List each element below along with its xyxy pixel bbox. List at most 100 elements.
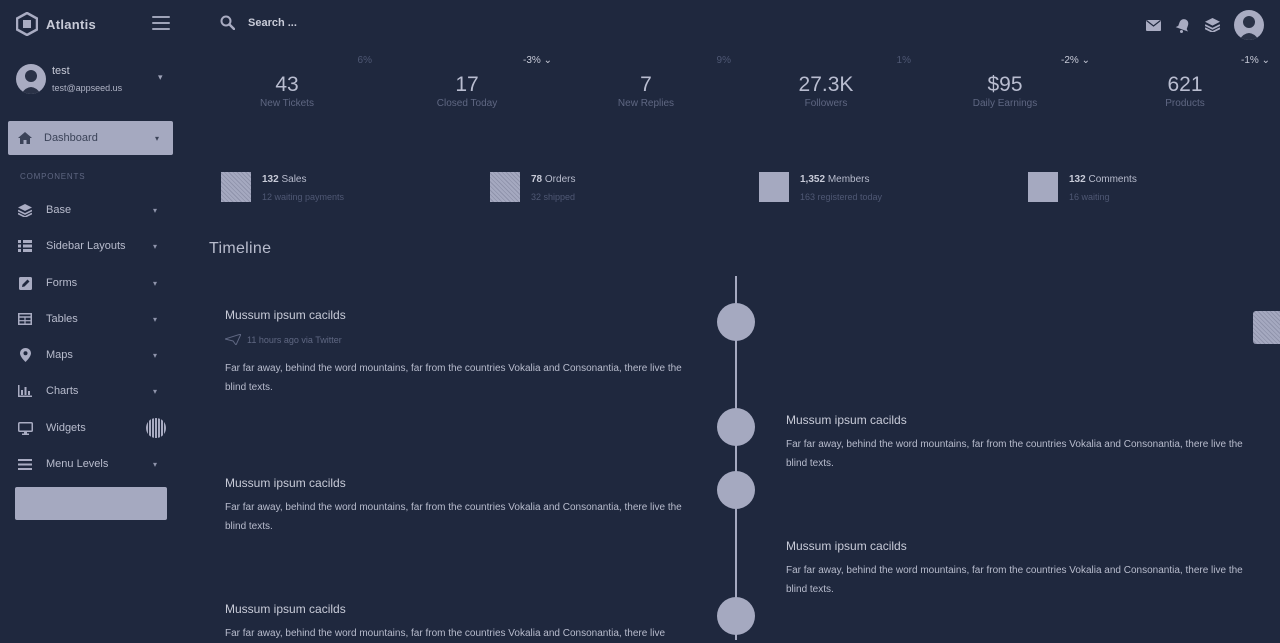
users-icon <box>759 172 789 202</box>
search-icon[interactable] <box>220 15 235 30</box>
chevron-down-icon: ▾ <box>152 314 157 324</box>
timeline-entry: Mussum ipsum cacilds 11 hours ago via Tw… <box>225 308 685 397</box>
card-label: Orders <box>544 174 576 185</box>
sidebar-item-dashboard[interactable]: Dashboard ▾ <box>8 121 173 155</box>
timeline-heading: Mussum ipsum cacilds <box>225 308 346 322</box>
sidebar-item-base[interactable]: Base ▾ <box>16 198 171 222</box>
sidebar-item-maps[interactable]: Maps ▾ <box>16 343 171 367</box>
stat-label: Daily Earnings <box>972 98 1038 109</box>
card-count: 78 <box>531 174 543 185</box>
sidebar-item-charts[interactable]: Charts ▾ <box>16 379 171 403</box>
chevron-down-icon: ▾ <box>152 241 157 251</box>
logo-icon <box>16 12 38 36</box>
sidebar-item-menu-levels[interactable]: Menu Levels ▾ <box>16 452 171 476</box>
stat-label: Products <box>1165 98 1205 109</box>
timeline-heading: Mussum ipsum cacilds <box>786 413 907 427</box>
menu-toggle-icon[interactable] <box>152 16 170 30</box>
timeline-dot <box>717 597 755 635</box>
shopping-cart-icon <box>490 172 520 202</box>
sidebar-item-sidebar-layouts[interactable]: Sidebar Layouts ▾ <box>16 234 171 258</box>
stat-new-tickets: 6% 43 New Tickets <box>198 55 376 115</box>
timeline-title: Timeline <box>209 240 272 257</box>
layers-icon[interactable] <box>1205 18 1220 32</box>
home-icon <box>18 132 32 144</box>
dollar-icon <box>221 172 251 202</box>
card-comments: 132 Comments 16 waiting <box>1028 172 1278 204</box>
timeline-entry: Mussum ipsum cacilds Far far away, behin… <box>786 413 1246 473</box>
stat-products: -1% ⌄ 621 Products <box>1096 55 1274 115</box>
timeline-body: Far far away, behind the word mountains,… <box>225 363 682 393</box>
stat-change: -3% ⌄ <box>523 55 552 66</box>
chevron-down-icon: ▾ <box>152 386 157 396</box>
card-count: 1,352 <box>800 174 826 185</box>
timeline-body: Far far away, behind the word mountains,… <box>786 439 1243 469</box>
timeline-meta: 11 hours ago via Twitter <box>247 334 342 345</box>
chevron-down-icon: ⌄ <box>543 55 552 66</box>
sidebar-item-label: Menu Levels <box>46 458 109 470</box>
stat-change: -1% ⌄ <box>1241 55 1270 66</box>
sidebar-item-label: Dashboard <box>44 132 98 144</box>
card-count: 132 <box>262 174 279 185</box>
sidebar-item-forms[interactable]: Forms ▾ <box>16 271 171 295</box>
section-label: COMPONENTS <box>20 172 86 181</box>
stat-followers: 1% 27.3K Followers <box>737 55 915 115</box>
chevron-down-icon: ⌄ <box>1261 55 1270 66</box>
stat-value: 621 <box>1167 73 1203 96</box>
envelope-icon[interactable] <box>1146 19 1161 31</box>
avatar[interactable] <box>1234 10 1264 40</box>
sidebar-item-label: Base <box>46 204 72 216</box>
brand-name: Atlantis <box>46 16 97 32</box>
user-email: test@appseed.us <box>52 83 123 93</box>
stat-label: Closed Today <box>436 98 498 109</box>
settings-toggle-tab[interactable] <box>1253 311 1280 344</box>
sidebar-item-label: Tables <box>46 313 78 325</box>
card-sales: 132 Sales 12 waiting payments <box>221 172 471 204</box>
table-icon <box>16 313 34 325</box>
bell-icon[interactable] <box>1175 18 1191 33</box>
card-label: Comments <box>1088 174 1137 185</box>
sidebar-item-label: Widgets <box>46 422 86 434</box>
search-input[interactable] <box>246 16 450 30</box>
stat-change: -2% ⌄ <box>1061 55 1090 66</box>
stat-daily-earnings: -2% ⌄ $95 Daily Earnings <box>916 55 1094 115</box>
bar-chart-icon <box>16 385 34 397</box>
user-name: test <box>52 65 70 77</box>
card-sub: 12 waiting payments <box>262 192 345 202</box>
card-count: 132 <box>1069 174 1086 185</box>
avatar <box>16 64 46 94</box>
sidebar-item-widgets[interactable]: Widgets <box>16 416 171 440</box>
stat-value: 27.3K <box>798 73 854 96</box>
topbar-icons <box>1132 10 1264 40</box>
card-sub: 32 shipped <box>531 192 576 202</box>
timeline-entry: Mussum ipsum cacilds Far far away, behin… <box>786 539 1246 599</box>
timeline-dot <box>717 408 755 446</box>
chevron-down-icon[interactable]: ▾ <box>158 72 163 83</box>
timeline-heading: Mussum ipsum cacilds <box>225 476 346 490</box>
paper-plane-icon <box>225 334 241 345</box>
brand-logo[interactable]: Atlantis <box>16 12 96 36</box>
stat-label: New Replies <box>617 98 675 109</box>
card-sub: 16 waiting <box>1069 192 1110 202</box>
sidebar-item-tables[interactable]: Tables ▾ <box>16 307 171 331</box>
timeline-body: Far far away, behind the word mountains,… <box>225 628 666 639</box>
pen-square-icon <box>16 276 34 290</box>
widgets-badge <box>146 418 166 438</box>
stat-value: 17 <box>455 73 479 96</box>
layers-icon <box>16 203 34 217</box>
card-sub: 163 registered today <box>800 192 883 202</box>
timeline-dot <box>717 471 755 509</box>
chevron-down-icon: ▾ <box>152 278 157 288</box>
stat-change: 1% <box>896 55 911 66</box>
stat-new-replies: 9% 7 New Replies <box>557 55 735 115</box>
stat-value: $95 <box>987 73 1023 96</box>
sidebar-action-button[interactable] <box>15 487 167 520</box>
stat-label: New Tickets <box>260 98 314 109</box>
timeline-dot <box>717 303 755 341</box>
card-label: Sales <box>281 174 307 185</box>
sidebar: Atlantis test test@appseed.us ▾ Dashboar… <box>0 0 185 640</box>
bars-icon <box>16 458 34 470</box>
card-members: 1,352 Members 163 registered today <box>759 172 1009 204</box>
timeline-body: Far far away, behind the word mountains,… <box>225 502 682 532</box>
stat-change: 9% <box>716 55 731 66</box>
user-profile[interactable]: test test@appseed.us ▾ <box>16 62 171 98</box>
